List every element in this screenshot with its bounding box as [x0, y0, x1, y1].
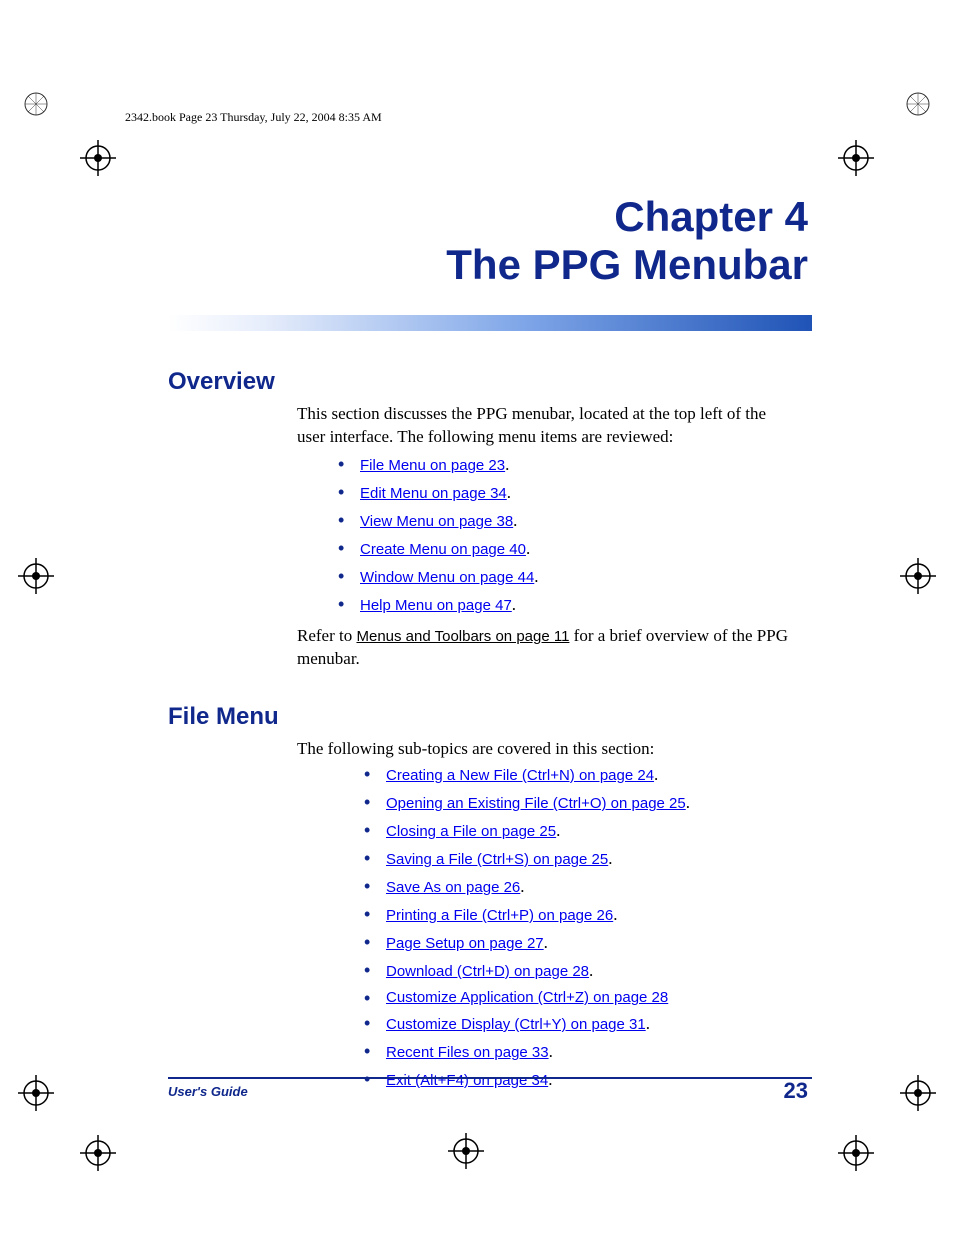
list-item: Printing a File (Ctrl+P) on page 26.	[364, 905, 690, 925]
link-recent-files[interactable]: Recent Files on page 33	[386, 1044, 549, 1061]
list-item: Opening an Existing File (Ctrl+O) on pag…	[364, 793, 690, 813]
list-item: Saving a File (Ctrl+S) on page 25.	[364, 849, 690, 869]
list-item: Exit (Alt+F4) on page 34.	[364, 1070, 690, 1090]
crop-mark-icon	[18, 86, 54, 122]
link-download[interactable]: Download (Ctrl+D) on page 28	[386, 963, 589, 980]
link-creating-new-file[interactable]: Creating a New File (Ctrl+N) on page 24	[386, 767, 654, 784]
file-menu-subtopics-list: Creating a New File (Ctrl+N) on page 24.…	[364, 765, 690, 1098]
file-menu-heading: File Menu	[168, 703, 279, 731]
period: .	[686, 793, 690, 812]
print-header-note: 2342.book Page 23 Thursday, July 22, 200…	[125, 110, 382, 125]
period: .	[520, 877, 524, 896]
link-help-menu[interactable]: Help Menu on page 47	[360, 597, 512, 614]
period: .	[613, 905, 617, 924]
link-page-setup[interactable]: Page Setup on page 27	[386, 935, 544, 952]
link-closing-file[interactable]: Closing a File on page 25	[386, 823, 556, 840]
crop-mark-icon	[900, 86, 936, 122]
link-opening-existing-file[interactable]: Opening an Existing File (Ctrl+O) on pag…	[386, 795, 686, 812]
chapter-name: The PPG Menubar	[446, 243, 808, 287]
crop-mark-icon	[448, 1133, 484, 1169]
period: .	[544, 933, 548, 952]
list-item: Page Setup on page 27.	[364, 933, 690, 953]
link-create-menu[interactable]: Create Menu on page 40	[360, 541, 526, 558]
list-item: Closing a File on page 25.	[364, 821, 690, 841]
link-menus-toolbars[interactable]: Menus and Toolbars on page 11	[356, 628, 569, 645]
chapter-number: Chapter 4	[446, 195, 808, 239]
period: .	[534, 567, 538, 586]
footer-guide-label: User's Guide	[168, 1084, 248, 1099]
link-customize-display[interactable]: Customize Display (Ctrl+Y) on page 31	[386, 1016, 646, 1033]
footer-page-number: 23	[784, 1078, 808, 1104]
overview-menu-list: File Menu on page 23. Edit Menu on page …	[338, 455, 539, 623]
trailer-pre: Refer to	[297, 626, 356, 645]
link-window-menu[interactable]: Window Menu on page 44	[360, 569, 534, 586]
list-item: File Menu on page 23.	[338, 455, 539, 475]
crop-mark-icon	[80, 1135, 116, 1171]
overview-trailer: Refer to Menus and Toolbars on page 11 f…	[297, 625, 817, 671]
file-menu-intro: The following sub-topics are covered in …	[297, 738, 797, 761]
link-printing-file[interactable]: Printing a File (Ctrl+P) on page 26	[386, 907, 613, 924]
period: .	[608, 849, 612, 868]
link-edit-menu[interactable]: Edit Menu on page 34	[360, 485, 507, 502]
crop-mark-icon	[838, 140, 874, 176]
link-exit[interactable]: Exit (Alt+F4) on page 34	[386, 1072, 548, 1089]
period: .	[505, 455, 509, 474]
list-item: Edit Menu on page 34.	[338, 483, 539, 503]
chapter-divider	[168, 315, 812, 331]
overview-intro: This section discusses the PPG menubar, …	[297, 403, 797, 449]
crop-mark-icon	[838, 1135, 874, 1171]
period: .	[549, 1042, 553, 1061]
chapter-title: Chapter 4 The PPG Menubar	[446, 195, 808, 287]
crop-mark-icon	[80, 140, 116, 176]
crop-mark-icon	[18, 558, 54, 594]
link-file-menu[interactable]: File Menu on page 23	[360, 457, 505, 474]
list-item: View Menu on page 38.	[338, 511, 539, 531]
link-save-as[interactable]: Save As on page 26	[386, 879, 520, 896]
period: .	[548, 1070, 552, 1089]
period: .	[646, 1014, 650, 1033]
page-container: 2342.book Page 23 Thursday, July 22, 200…	[0, 0, 954, 1235]
list-item: Window Menu on page 44.	[338, 567, 539, 587]
crop-mark-icon	[18, 1075, 54, 1111]
period: .	[507, 483, 511, 502]
list-item: Help Menu on page 47.	[338, 595, 539, 615]
period: .	[512, 595, 516, 614]
overview-heading: Overview	[168, 368, 275, 396]
list-item: Creating a New File (Ctrl+N) on page 24.	[364, 765, 690, 785]
link-view-menu[interactable]: View Menu on page 38	[360, 513, 513, 530]
period: .	[589, 961, 593, 980]
crop-mark-icon	[900, 558, 936, 594]
link-customize-application[interactable]: Customize Application (Ctrl+Z) on page 2…	[386, 989, 668, 1006]
list-item: Create Menu on page 40.	[338, 539, 539, 559]
list-item: Download (Ctrl+D) on page 28.	[364, 961, 690, 981]
link-saving-file[interactable]: Saving a File (Ctrl+S) on page 25	[386, 851, 608, 868]
list-item: Save As on page 26.	[364, 877, 690, 897]
list-item: Customize Display (Ctrl+Y) on page 31.	[364, 1014, 690, 1034]
period: .	[526, 539, 530, 558]
crop-mark-icon	[900, 1075, 936, 1111]
list-item: Recent Files on page 33.	[364, 1042, 690, 1062]
period: .	[654, 765, 658, 784]
period: .	[556, 821, 560, 840]
footer-divider	[168, 1077, 812, 1079]
list-item: Customize Application (Ctrl+Z) on page 2…	[364, 989, 690, 1006]
period: .	[513, 511, 517, 530]
